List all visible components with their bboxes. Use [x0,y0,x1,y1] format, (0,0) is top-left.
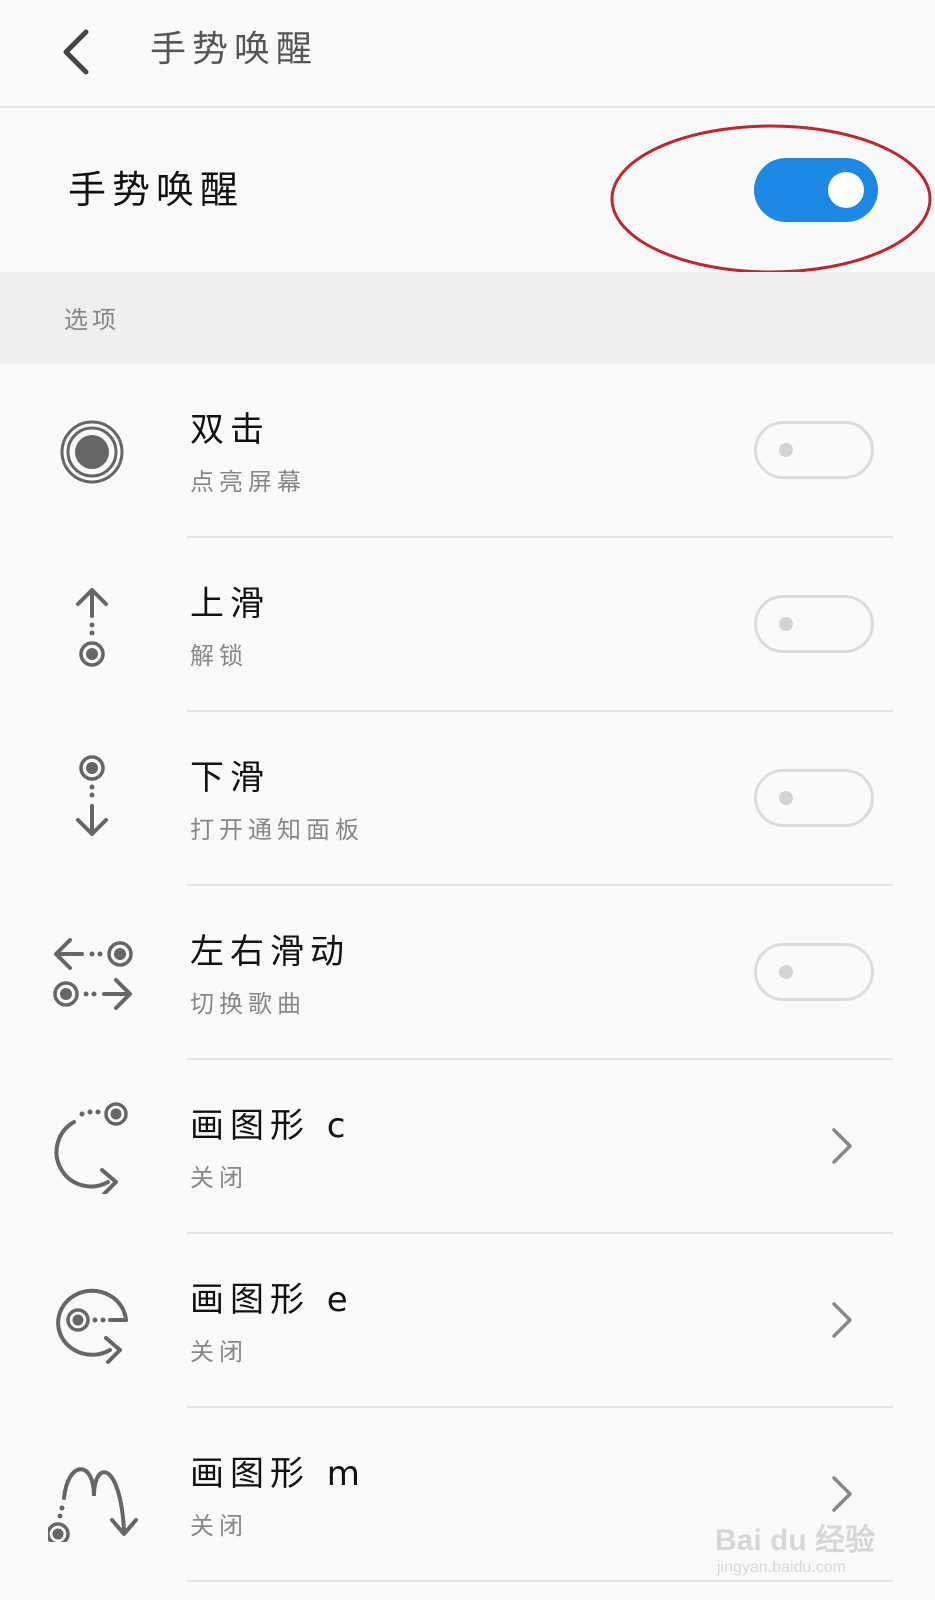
swipe-up-icon [76,588,108,667]
item-subtitle: 关闭 [190,1164,248,1192]
master-toggle-label: 手势唤醒 [68,168,245,212]
back-arrow-icon [63,29,89,75]
draw-m-icon [48,1467,138,1542]
double-tap-toggle[interactable] [754,421,874,479]
swipe-up-toggle[interactable] [754,595,874,653]
item-subtitle: 关闭 [190,1338,248,1366]
item-subtitle: 点亮屏幕 [190,468,306,496]
list-item-swipe-left-right[interactable]: 左右滑动 切换歌曲 [0,886,935,1060]
chevron-right-icon[interactable] [822,1124,862,1168]
item-title: 画图形 m [190,1454,366,1494]
swipe-left-right-icon [53,938,133,1010]
item-subtitle: 打开通知面板 [190,816,364,844]
item-title: 画图形 c [190,1106,352,1146]
gesture-options-list: 双击 点亮屏幕 上滑 解锁 下滑 打开通知面板 左右滑动 切换歌曲 画图形 c … [0,364,935,1582]
list-item-draw-m[interactable]: 画图形 m 关闭 [0,1408,935,1582]
toggle-knob [779,443,793,457]
toggle-knob [779,965,793,979]
chevron-right-icon[interactable] [822,1298,862,1342]
item-title: 左右滑动 [190,932,350,972]
swipe-down-icon [76,755,108,836]
item-subtitle: 切换歌曲 [190,990,306,1018]
swipe-down-toggle[interactable] [754,769,874,827]
back-button[interactable] [50,22,102,82]
list-item-swipe-up[interactable]: 上滑 解锁 [0,538,935,712]
section-label: 选项 [64,306,120,334]
chevron-right-icon[interactable] [822,1472,862,1516]
swipe-left-right-toggle[interactable] [754,943,874,1001]
page-title: 手势唤醒 [150,29,319,70]
draw-c-icon [54,1102,128,1194]
item-title: 双击 [190,410,270,450]
gesture-wake-master-row[interactable]: 手势唤醒 [0,108,935,272]
options-section-header: 选项 [0,272,935,364]
item-subtitle: 解锁 [190,642,248,670]
toggle-knob [779,617,793,631]
item-title: 画图形 e [190,1280,354,1320]
list-item-draw-e[interactable]: 画图形 e 关闭 [0,1234,935,1408]
item-subtitle: 关闭 [190,1512,248,1540]
item-title: 下滑 [190,758,270,798]
item-title: 上滑 [190,584,270,624]
double-tap-icon [60,420,124,484]
toggle-knob [828,172,864,208]
gesture-wake-toggle[interactable] [754,158,878,222]
list-item-draw-c[interactable]: 画图形 c 关闭 [0,1060,935,1234]
divider [187,1580,893,1582]
app-header: 手势唤醒 [0,0,935,108]
list-item-swipe-down[interactable]: 下滑 打开通知面板 [0,712,935,886]
toggle-knob [779,791,793,805]
draw-e-icon [56,1288,128,1364]
list-item-double-tap[interactable]: 双击 点亮屏幕 [0,364,935,538]
